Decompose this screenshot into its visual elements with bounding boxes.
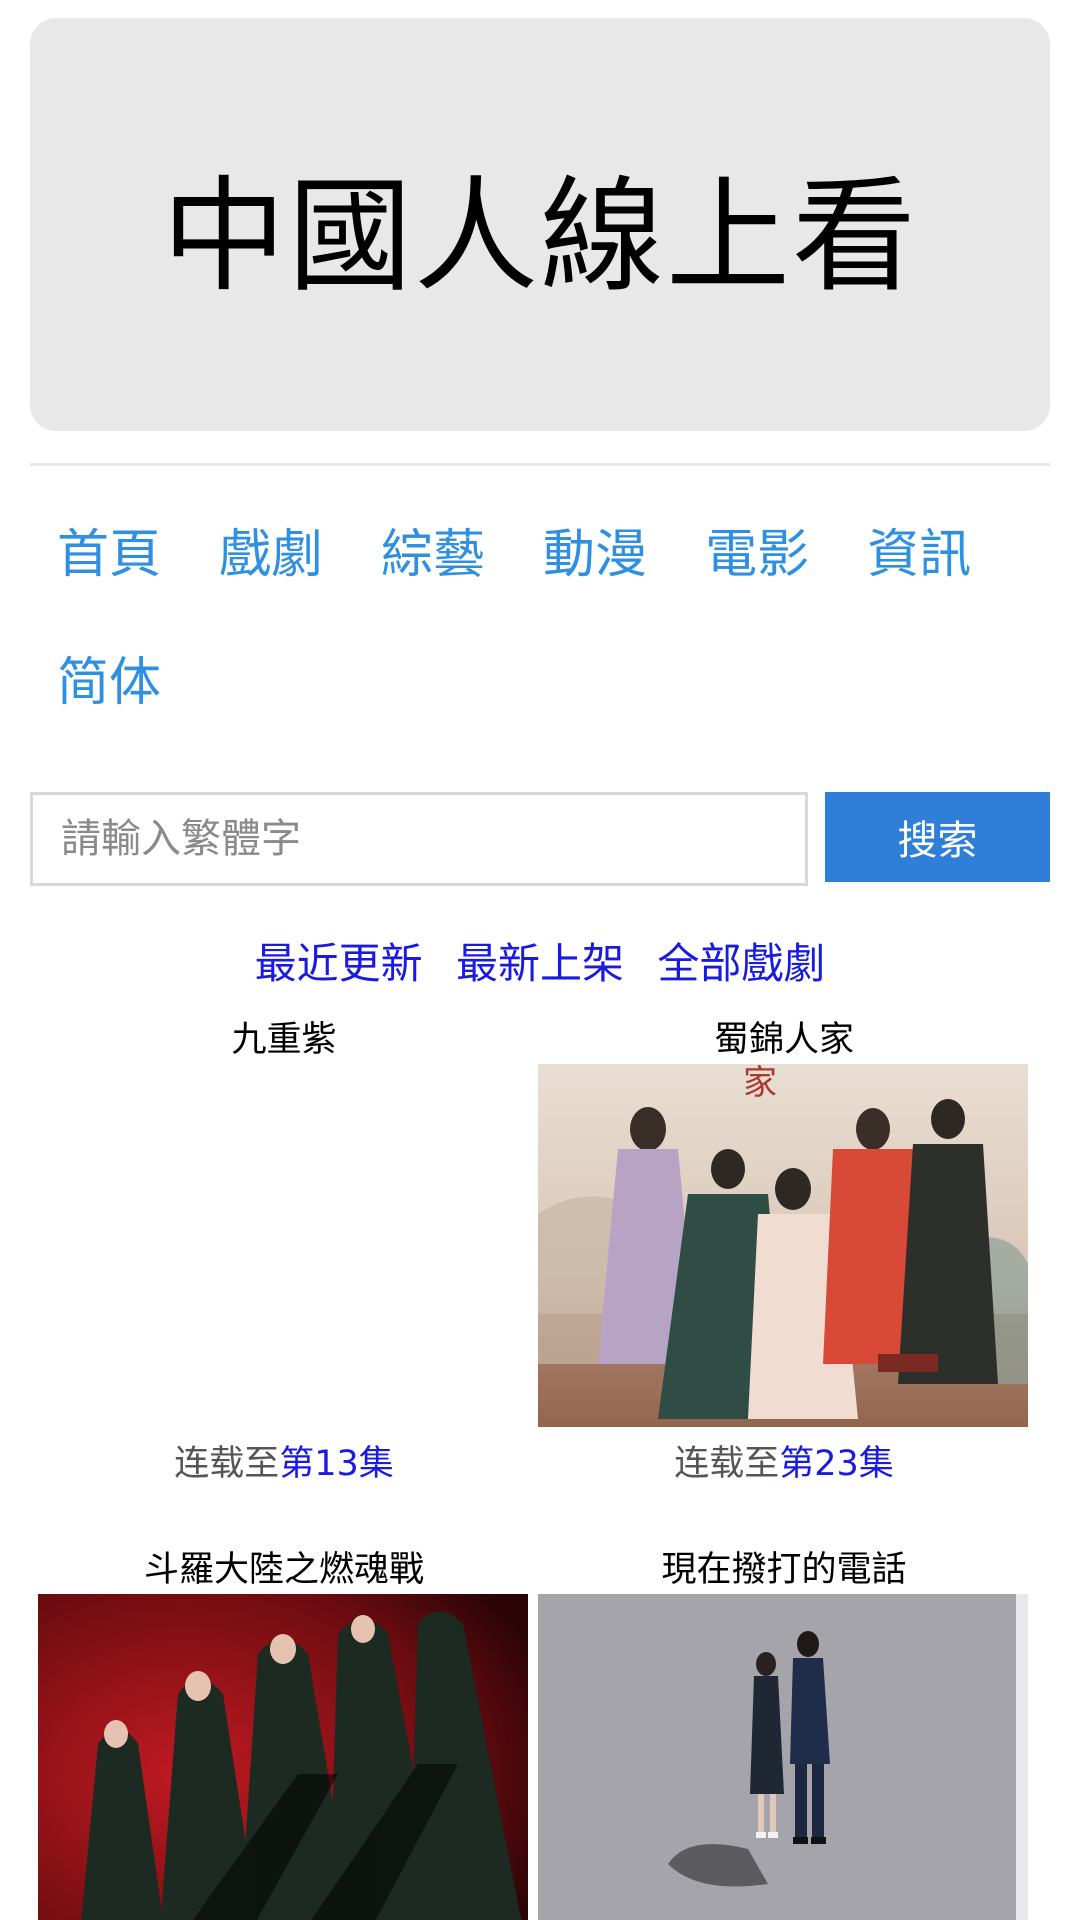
sublink-all-dramas[interactable]: 全部戲劇 bbox=[657, 939, 825, 988]
drama-title[interactable]: 現在撥打的電話 bbox=[538, 1548, 1030, 1592]
drama-poster[interactable]: 家 bbox=[538, 1064, 1028, 1427]
sublinks: 最近更新 最新上架 全部戲劇 bbox=[0, 930, 1080, 991]
search-input[interactable] bbox=[30, 792, 808, 886]
drama-title[interactable]: 九重紫 bbox=[38, 1018, 530, 1062]
search-button[interactable]: 搜索 bbox=[825, 792, 1050, 882]
drama-card[interactable]: 蜀錦人家 家 连载至第23集 bbox=[538, 1018, 1030, 1486]
drama-card[interactable]: 九重紫 连载至第13集 bbox=[38, 1018, 530, 1486]
drama-status: 连载至第23集 bbox=[538, 1435, 1030, 1486]
nav-row: 简体 bbox=[57, 646, 1047, 774]
svg-text:家: 家 bbox=[743, 1064, 777, 1103]
nav-item-drama[interactable]: 戲劇 bbox=[219, 518, 323, 592]
status-episode: 第13集 bbox=[279, 1444, 394, 1484]
drama-status: 连载至第13集 bbox=[38, 1435, 530, 1486]
status-prefix: 连载至 bbox=[174, 1444, 280, 1484]
drama-card[interactable]: 斗羅大陸之燃魂戰 bbox=[38, 1548, 530, 1920]
nav-item-anime[interactable]: 動漫 bbox=[543, 518, 647, 592]
poster-image bbox=[538, 1594, 1028, 1920]
drama-title[interactable]: 蜀錦人家 bbox=[538, 1018, 1030, 1062]
poster-image: 家 bbox=[538, 1064, 1028, 1427]
site-banner[interactable]: 中國人線上看 bbox=[30, 18, 1050, 431]
drama-card[interactable]: 現在撥打的電話 bbox=[538, 1548, 1030, 1920]
page: 中國人線上看 首頁 戲劇 綜藝 動漫 電影 資訊 简体 搜索 最近更新 最新上架… bbox=[0, 0, 1080, 1920]
poster-image bbox=[38, 1594, 528, 1920]
nav-item-variety[interactable]: 綜藝 bbox=[381, 518, 485, 592]
nav-item-home[interactable]: 首頁 bbox=[57, 518, 161, 592]
drama-poster[interactable] bbox=[38, 1064, 528, 1427]
sublink-new-arrivals[interactable]: 最新上架 bbox=[456, 939, 624, 988]
nav-item-simplified[interactable]: 简体 bbox=[57, 646, 161, 720]
status-prefix: 连载至 bbox=[674, 1444, 780, 1484]
drama-poster[interactable] bbox=[538, 1594, 1028, 1920]
nav-item-movie[interactable]: 電影 bbox=[705, 518, 809, 592]
drama-title[interactable]: 斗羅大陸之燃魂戰 bbox=[38, 1548, 530, 1592]
nav-row: 首頁 戲劇 綜藝 動漫 電影 資訊 bbox=[57, 518, 1047, 646]
status-episode: 第23集 bbox=[779, 1444, 894, 1484]
main-nav: 首頁 戲劇 綜藝 動漫 電影 資訊 简体 bbox=[57, 518, 1047, 774]
sublink-recent-updates[interactable]: 最近更新 bbox=[255, 939, 423, 988]
nav-item-news[interactable]: 資訊 bbox=[867, 518, 971, 592]
site-title: 中國人線上看 bbox=[161, 164, 918, 309]
header-divider bbox=[30, 463, 1050, 466]
drama-poster[interactable] bbox=[38, 1594, 528, 1920]
